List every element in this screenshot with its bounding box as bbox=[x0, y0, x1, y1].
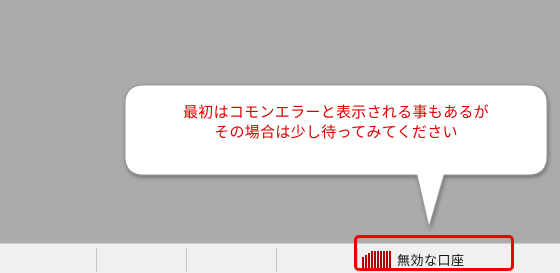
status-separator bbox=[276, 248, 277, 272]
callout-text: 最初はコモンエラーと表示される事もあるが その場合は少し待ってみてください bbox=[124, 102, 548, 142]
status-separator bbox=[186, 248, 187, 272]
callout-bubble: 最初はコモンエラーと表示される事もあるが その場合は少し待ってみてください bbox=[124, 84, 548, 229]
status-separator bbox=[357, 248, 358, 272]
account-status-label: 無効な口座 bbox=[397, 253, 465, 269]
connection-status-pane[interactable]: 無効な口座 bbox=[362, 246, 465, 272]
callout-line-1: 最初はコモンエラーと表示される事もあるが bbox=[182, 103, 489, 121]
status-bar: 無効な口座 bbox=[0, 243, 560, 273]
status-separator bbox=[96, 248, 97, 272]
signal-bars-icon bbox=[362, 250, 391, 268]
callout-line-2: その場合は少し待ってみてください bbox=[214, 123, 458, 141]
